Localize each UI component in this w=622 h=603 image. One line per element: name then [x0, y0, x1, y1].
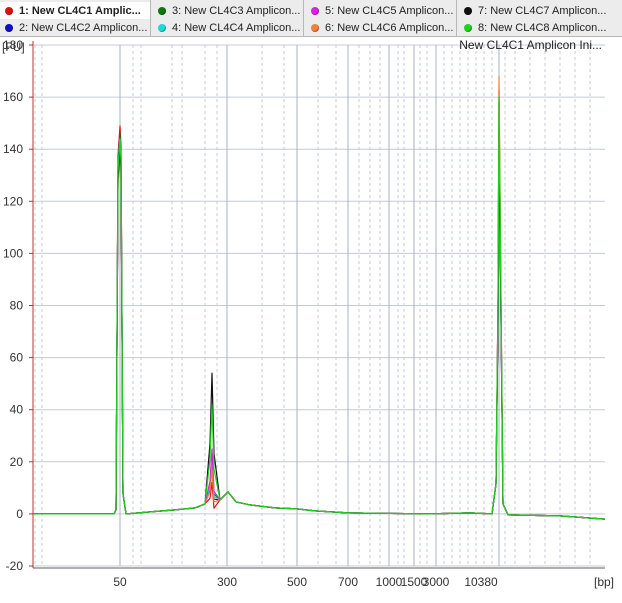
tick-labels: -2002040608010012014016018050 300 500 700 10…	[3, 38, 498, 589]
x-tick-label: 500	[287, 575, 307, 589]
legend-color-icon	[464, 23, 472, 32]
legend-item-5[interactable]: 5: New CL4C5 Amplicon...	[306, 2, 456, 19]
legend-bar: 1: New CL4C1 Amplic... 2: New CL4C2 Ampli…	[0, 0, 622, 37]
y-axis-unit: [FU]	[2, 40, 25, 54]
legend-color-icon	[5, 6, 13, 15]
y-tick-label: 40	[10, 403, 24, 417]
grid-lines	[33, 44, 605, 567]
trace-series-8	[33, 96, 606, 520]
legend-color-icon	[311, 23, 319, 32]
x-tick-label: 300	[217, 575, 237, 589]
legend-separator	[456, 0, 457, 37]
x-tick-label: 700	[338, 575, 358, 589]
x-tick-label: 3000	[423, 575, 450, 589]
legend-item-4[interactable]: 4: New CL4C4 Amplicon...	[153, 19, 303, 36]
trace-series-7	[33, 127, 606, 520]
legend-separator	[150, 0, 151, 37]
y-tick-label: -20	[6, 559, 24, 573]
trace-series-2	[33, 122, 606, 520]
legend-color-icon	[158, 23, 166, 32]
legend-separator	[303, 0, 304, 37]
legend-item-6[interactable]: 6: New CL4C6 Amplicon...	[306, 19, 456, 36]
legend-item-2[interactable]: 2: New CL4C2 Amplicon...	[0, 19, 150, 36]
legend-color-icon	[158, 6, 166, 15]
legend-item-1[interactable]: 1: New CL4C1 Amplic...	[0, 2, 150, 19]
y-tick-label: 60	[10, 351, 24, 365]
legend-item-8[interactable]: 8: New CL4C8 Amplicon...	[459, 19, 622, 36]
x-tick-label: 10380	[464, 575, 498, 589]
legend-color-icon	[311, 6, 319, 15]
legend-color-icon	[5, 23, 13, 32]
x-tick-label: 50	[113, 575, 127, 589]
legend-label: 7: New CL4C7 Amplicon...	[478, 4, 607, 17]
x-tick-label: 1000	[376, 575, 403, 589]
y-tick-label: 20	[10, 455, 24, 469]
y-tick-label: 160	[3, 90, 23, 104]
legend-item-3[interactable]: 3: New CL4C3 Amplicon...	[153, 2, 303, 19]
electropherogram-chart: -2002040608010012014016018050 300 500 700 10…	[2, 38, 614, 589]
traces	[33, 75, 606, 520]
legend-label: 8: New CL4C8 Amplicon...	[478, 21, 607, 34]
axes	[32, 41, 605, 569]
chart-title: New CL4C1 Amplicon Ini...	[459, 38, 602, 52]
legend-color-icon	[464, 6, 472, 15]
y-tick-label: 140	[3, 142, 23, 156]
y-tick-label: 0	[16, 507, 23, 521]
x-axis-unit: [bp]	[594, 575, 614, 589]
legend-label: 4: New CL4C4 Amplicon...	[172, 21, 301, 34]
y-tick-label: 120	[3, 194, 23, 208]
legend-label: 2: New CL4C2 Amplicon...	[19, 21, 148, 34]
legend-item-7[interactable]: 7: New CL4C7 Amplicon...	[459, 2, 622, 19]
legend-label: 6: New CL4C6 Amplicon...	[325, 21, 454, 34]
y-tick-label: 80	[10, 299, 24, 313]
legend-label: 3: New CL4C3 Amplicon...	[172, 4, 301, 17]
y-tick-label: 100	[3, 246, 23, 260]
legend-label: 1: New CL4C1 Amplic...	[19, 4, 141, 17]
legend-label: 5: New CL4C5 Amplicon...	[325, 4, 454, 17]
